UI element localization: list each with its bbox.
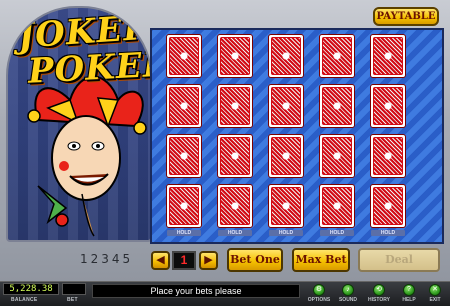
card-back-pattern [373, 137, 403, 175]
card-back-pattern [373, 37, 403, 75]
paytable-button[interactable]: PAYTABLE [373, 7, 439, 26]
hold-label[interactable]: HOLD [218, 230, 252, 236]
bet-one-button[interactable]: Bet One [227, 248, 283, 272]
card-back-pattern [271, 87, 301, 125]
bet-display [62, 283, 86, 295]
card-back[interactable] [370, 34, 406, 78]
hold-label[interactable]: HOLD [320, 230, 354, 236]
status-message: Place your bets please [92, 284, 300, 298]
exit-label: EXIT [429, 297, 441, 303]
card-back[interactable] [166, 34, 202, 78]
history-icon[interactable]: ⟲ [373, 284, 385, 296]
history-label: HISTORY [368, 297, 390, 303]
sound-label: SOUND [338, 297, 358, 303]
card-back-pattern [322, 87, 352, 125]
card-back[interactable] [166, 184, 202, 228]
options-label: OPTIONS [307, 297, 331, 303]
hold-label[interactable]: HOLD [371, 230, 405, 236]
card-table: HOLD HOLD HOLD HOLD HOLD [150, 28, 444, 244]
hold-label[interactable]: HOLD [167, 230, 201, 236]
help-icon[interactable]: ? [403, 284, 415, 296]
bet-scale-digits: 12345 [80, 252, 134, 266]
card-back-pattern [220, 87, 250, 125]
card-back-pattern [169, 187, 199, 225]
card-back-pattern [169, 137, 199, 175]
card-back-pattern [271, 187, 301, 225]
card-back[interactable] [268, 134, 304, 178]
card-back-pattern [373, 187, 403, 225]
exit-icon[interactable]: ✕ [429, 284, 441, 296]
card-back[interactable] [319, 34, 355, 78]
card-back[interactable] [319, 184, 355, 228]
options-icon[interactable]: ⚙ [313, 284, 325, 296]
card-back[interactable] [268, 34, 304, 78]
card-back-pattern [220, 187, 250, 225]
card-back[interactable] [166, 84, 202, 128]
card-back-pattern [271, 37, 301, 75]
card-back-pattern [169, 87, 199, 125]
balance-display: 5,228.38 [3, 283, 59, 295]
card-back[interactable] [370, 134, 406, 178]
help-label: HELP [402, 297, 416, 303]
card-back-pattern [169, 37, 199, 75]
card-back-pattern [373, 87, 403, 125]
card-back[interactable] [217, 134, 253, 178]
card-back[interactable] [217, 184, 253, 228]
card-back-pattern [271, 137, 301, 175]
card-back-pattern [220, 137, 250, 175]
sound-icon[interactable]: ♪ [342, 284, 354, 296]
max-bet-button[interactable]: Max Bet [292, 248, 350, 272]
card-back[interactable] [319, 134, 355, 178]
card-back[interactable] [319, 84, 355, 128]
card-back[interactable] [217, 34, 253, 78]
joker-logo-panel: JOKER POKER [6, 6, 152, 242]
card-back[interactable] [370, 84, 406, 128]
bet-increase-button[interactable]: ▶ [199, 251, 218, 270]
hold-label[interactable]: HOLD [269, 230, 303, 236]
card-back[interactable] [268, 184, 304, 228]
card-back[interactable] [268, 84, 304, 128]
balance-label: BALANCE [11, 297, 38, 303]
card-back-pattern [322, 37, 352, 75]
bet-decrease-button[interactable]: ◀ [151, 251, 170, 270]
card-grid: HOLD HOLD HOLD HOLD HOLD [166, 34, 438, 242]
card-back[interactable] [370, 184, 406, 228]
card-back-pattern [322, 187, 352, 225]
card-back[interactable] [166, 134, 202, 178]
bet-value-display: 1 [172, 251, 196, 270]
bet-label: BET [67, 297, 78, 303]
card-back[interactable] [217, 84, 253, 128]
card-back-pattern [322, 137, 352, 175]
logo-title-line2: POKER [27, 44, 152, 92]
card-back-pattern [220, 37, 250, 75]
deal-button[interactable]: Deal [358, 248, 440, 272]
